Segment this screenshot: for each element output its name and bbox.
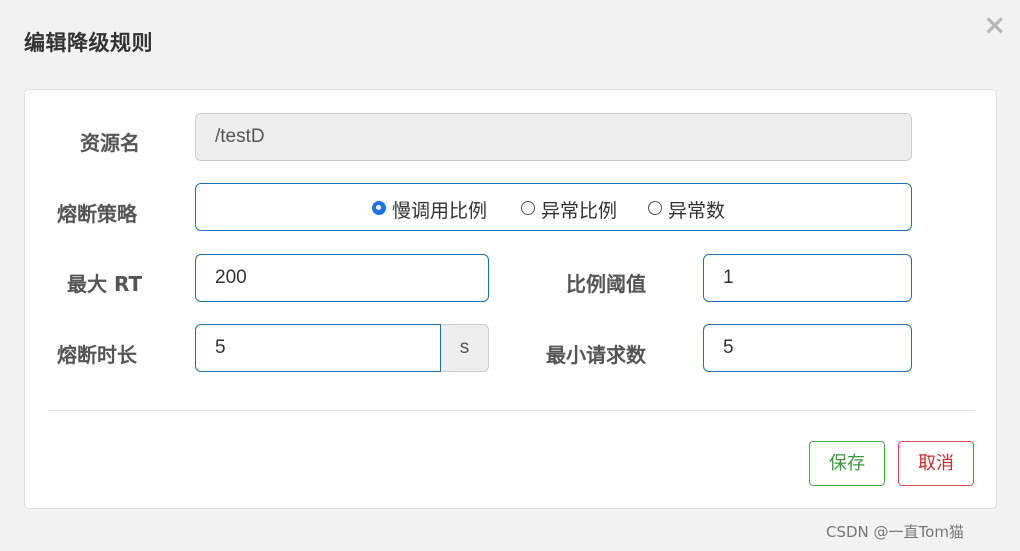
footer-divider — [48, 410, 975, 411]
dialog-title: 编辑降级规则 — [24, 31, 153, 55]
ratio-threshold-input[interactable]: 1 — [703, 254, 912, 302]
watermark: CSDN @一直Tom猫 — [826, 523, 964, 541]
resource-name-label: 资源名 — [80, 131, 140, 155]
break-duration-label: 熔断时长 — [57, 343, 137, 367]
radio-slow-call-ratio[interactable]: 慢调用比例 — [372, 196, 487, 223]
cancel-button[interactable]: 取消 — [898, 441, 974, 486]
form-panel: 资源名 /testD 熔断策略 慢调用比例 异常比例 异常数 最大 RT 200… — [24, 89, 997, 509]
break-duration-input[interactable]: 5 — [195, 324, 441, 372]
radio-label: 慢调用比例 — [392, 200, 488, 222]
close-icon[interactable]: × — [983, 10, 1006, 40]
min-requests-label: 最小请求数 — [546, 343, 646, 367]
min-requests-input[interactable]: 5 — [703, 324, 912, 372]
save-button[interactable]: 保存 — [809, 441, 885, 486]
duration-unit-addon: s — [441, 324, 489, 372]
max-rt-input[interactable]: 200 — [195, 254, 489, 302]
resource-name-input: /testD — [195, 113, 912, 161]
radio-unchecked-icon[interactable] — [648, 201, 662, 215]
max-rt-label: 最大 RT — [67, 272, 143, 296]
radio-label: 异常数 — [668, 200, 726, 222]
radio-label: 异常比例 — [541, 200, 618, 222]
edit-degrade-rule-dialog: 编辑降级规则 × 资源名 /testD 熔断策略 慢调用比例 异常比例 异常数 … — [0, 0, 1020, 551]
radio-unchecked-icon[interactable] — [521, 201, 535, 215]
ratio-threshold-label: 比例阈值 — [566, 272, 646, 296]
radio-error-ratio[interactable]: 异常比例 — [521, 196, 617, 223]
radio-checked-icon[interactable] — [372, 201, 386, 215]
strategy-label: 熔断策略 — [57, 202, 137, 226]
radio-error-count[interactable]: 异常数 — [648, 196, 725, 223]
strategy-radio-group: 慢调用比例 异常比例 异常数 — [195, 183, 912, 231]
